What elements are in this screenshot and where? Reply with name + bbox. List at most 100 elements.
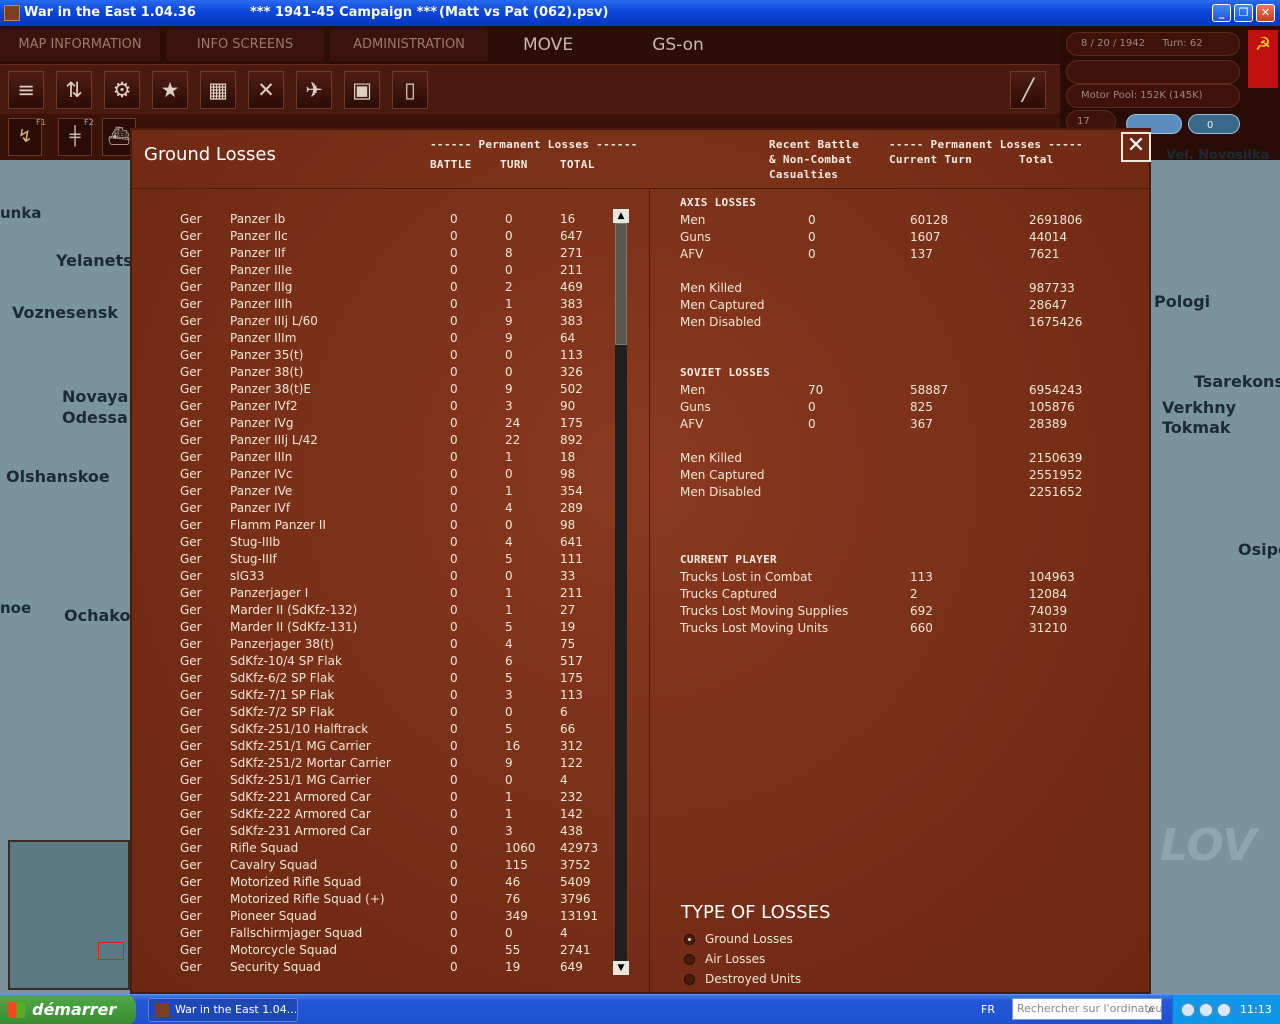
tray-security-icon[interactable] (1217, 1003, 1231, 1017)
total-cell: 2551952 (1029, 468, 1083, 482)
stack-icon[interactable]: ≡ (8, 71, 44, 109)
total-cell: 4 (560, 773, 568, 787)
type-of-losses-heading: TYPE OF LOSSES (681, 902, 831, 923)
unit-name-cell: SdKfz-7/1 SP Flak (230, 688, 335, 702)
rail-icon[interactable]: ▣ (344, 71, 380, 109)
minimap[interactable] (8, 840, 130, 990)
menu-map-information[interactable]: MAP INFORMATION (0, 29, 160, 61)
taskbar-item-war-in-the-east[interactable]: War in the East 1.04.... (148, 998, 298, 1022)
minimap-viewport[interactable] (98, 942, 124, 960)
star-icon[interactable]: ★ (152, 71, 188, 109)
recent-header-3: Casualties (769, 168, 839, 181)
turn-cell: 0 (505, 926, 513, 940)
total-cell: 16 (560, 212, 576, 226)
maximize-button[interactable]: ❐ (1234, 4, 1253, 22)
turn-cell: 1 (505, 603, 513, 617)
sliders-icon[interactable]: ⇅ (56, 71, 92, 109)
side-cell: Ger (180, 603, 202, 617)
turn-cell: 76 (505, 892, 521, 906)
map-label: noe (0, 599, 32, 617)
unit-name-cell: Panzer IVe (230, 484, 293, 498)
map-label: Osipe (1238, 540, 1280, 559)
recent-cell: 0 (808, 400, 816, 414)
menu-administration[interactable]: ADMINISTRATION (330, 29, 488, 61)
tray-network-icon[interactable] (1199, 1003, 1213, 1017)
zero-counter[interactable]: 0 (1188, 114, 1240, 134)
battle-cell: 0 (450, 433, 458, 447)
gear-icon[interactable]: ⚙ (104, 71, 140, 109)
scroll-up-icon[interactable]: ▲ (613, 209, 629, 223)
side-cell: Ger (180, 297, 202, 311)
battle-cell: 0 (450, 518, 458, 532)
turn-cell: 0 (505, 365, 513, 379)
total-cell: 74039 (1029, 604, 1068, 618)
depot-icon[interactable]: ▯ (392, 71, 428, 109)
unit-name-cell: Panzer IIIm (230, 331, 297, 345)
battle-cell: 0 (450, 229, 458, 243)
battle-cell: 0 (450, 807, 458, 821)
scrollbar[interactable]: ▲ ▼ (613, 209, 629, 1024)
radio-dot[interactable] (684, 974, 695, 985)
side-cell: Ger (180, 688, 202, 702)
total-cell: 98 (560, 467, 576, 481)
map-label: Novaya (62, 387, 129, 406)
unit-name-cell: Panzer IIIj L/60 (230, 314, 318, 328)
unit-name-cell: SdKfz-251/10 Halftrack (230, 722, 369, 736)
search-icon[interactable]: ⌕ (1143, 1001, 1159, 1017)
pencil-icon[interactable]: ╱ (1010, 71, 1046, 109)
unit-name-cell: SdKfz-251/2 Mortar Carrier (230, 756, 391, 770)
side-cell: Ger (180, 960, 202, 974)
menu-move[interactable]: MOVE (500, 29, 596, 61)
turn-cell: 1 (505, 807, 513, 821)
map-label: Tsarekonst (1194, 372, 1280, 391)
truck-loss-row: Trucks Lost Moving Units 660 31210 (680, 620, 1120, 637)
map-label: Tokmak (1162, 418, 1231, 437)
start-button[interactable]: démarrer (0, 995, 136, 1024)
total-cell: 122 (560, 756, 583, 770)
battle-cell: 0 (450, 501, 458, 515)
side-cell: Ger (180, 365, 202, 379)
label-cell: Men Disabled (680, 315, 762, 329)
divider (132, 188, 1149, 189)
turn-cell: 0 (505, 212, 513, 226)
side-cell: Ger (180, 722, 202, 736)
side-cell: Ger (180, 501, 202, 515)
grid-map-icon[interactable]: ▦ (200, 71, 236, 109)
menu-gs-on[interactable]: GS-on (630, 29, 726, 61)
battle-cell: 0 (450, 280, 458, 294)
clock: 11:13 (1240, 1003, 1272, 1016)
language-indicator[interactable]: FR (981, 1003, 995, 1016)
f1-label: F1 (36, 118, 46, 127)
airplane-icon[interactable]: ✈ (296, 71, 332, 109)
scroll-thumb[interactable] (615, 223, 627, 345)
tray-arrow-icon[interactable] (1181, 1003, 1195, 1017)
total-cell: 18 (560, 450, 576, 464)
axis-disabled-row: Men Disabled 1675426 (680, 314, 1120, 331)
scroll-down-icon[interactable]: ▼ (613, 961, 629, 975)
current-turn-cell: 137 (910, 247, 933, 261)
search-input[interactable]: Rechercher sur l'ordinateur ⌕ (1012, 998, 1162, 1020)
turn-cell: 4 (505, 637, 513, 651)
turn-cell: 0 (505, 705, 513, 719)
close-dialog-button[interactable]: ✕ (1121, 132, 1151, 162)
total-cell: 105876 (1029, 400, 1075, 414)
close-window-button[interactable]: ✕ (1256, 4, 1275, 22)
battle-cell: 0 (450, 348, 458, 362)
recent-cell: 0 (808, 417, 816, 431)
total-cell: 98 (560, 518, 576, 532)
battle-cell: 0 (450, 926, 458, 940)
radio-dot[interactable] (684, 934, 695, 945)
total-cell: 6954243 (1029, 383, 1083, 397)
col-current-turn: Current Turn (889, 153, 973, 166)
turn-cell: 9 (505, 331, 513, 345)
side-cell: Ger (180, 331, 202, 345)
crossed-swords-icon[interactable]: ✕ (248, 71, 284, 109)
battle-cell: 0 (450, 331, 458, 345)
unit-name-cell: SdKfz-251/1 MG Carrier (230, 773, 371, 787)
total-cell: 517 (560, 654, 583, 668)
turn-cell: 1 (505, 297, 513, 311)
total-cell: 383 (560, 297, 583, 311)
radio-dot[interactable] (684, 954, 695, 965)
menu-info-screens[interactable]: INFO SCREENS (166, 29, 324, 61)
minimize-button[interactable]: _ (1212, 4, 1231, 22)
